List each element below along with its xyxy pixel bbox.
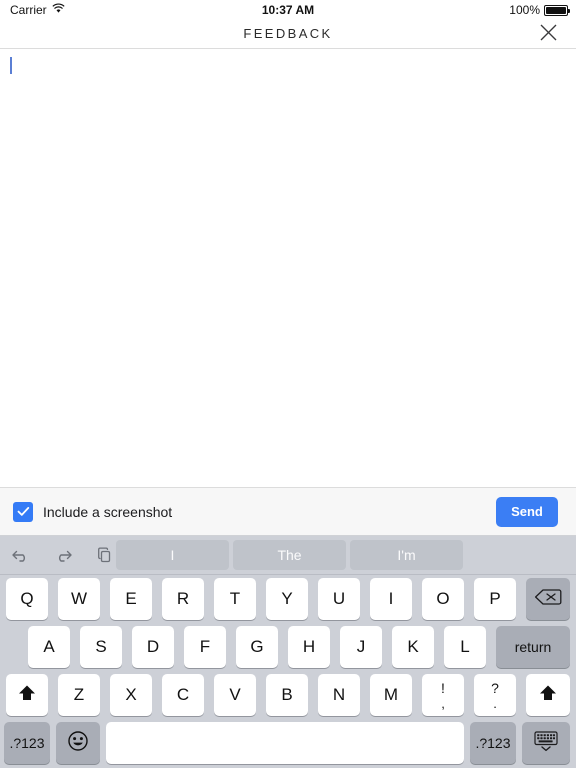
page-title: FEEDBACK	[243, 26, 333, 41]
keyboard-row-1: Q W E R T Y U I O P	[0, 575, 576, 623]
emoji-icon	[67, 730, 89, 757]
status-bar: Carrier 10:37 AM 100%	[0, 0, 576, 20]
include-screenshot-label: Include a screenshot	[43, 503, 173, 520]
key-q[interactable]: Q	[6, 578, 48, 620]
key-h[interactable]: H	[288, 626, 330, 668]
shift-key-left[interactable]	[6, 674, 48, 716]
action-bar: Include a screenshot Send	[0, 487, 576, 536]
key-x[interactable]: X	[110, 674, 152, 716]
key-t[interactable]: T	[214, 578, 256, 620]
shift-icon	[538, 683, 558, 708]
key-u[interactable]: U	[318, 578, 360, 620]
return-key[interactable]: return	[496, 626, 570, 668]
key-m[interactable]: M	[370, 674, 412, 716]
close-icon	[539, 23, 558, 47]
key-w[interactable]: W	[58, 578, 100, 620]
comma-glyph: ,	[441, 695, 445, 711]
backspace-key[interactable]	[526, 578, 570, 620]
battery-full-icon	[544, 4, 570, 16]
shift-icon	[17, 683, 37, 708]
backspace-icon	[534, 587, 562, 612]
text-caret	[10, 57, 12, 74]
key-s[interactable]: S	[80, 626, 122, 668]
key-g[interactable]: G	[236, 626, 278, 668]
question-period-key[interactable]: ? .	[474, 674, 516, 716]
dismiss-keyboard-icon	[532, 729, 560, 758]
prediction-item-2[interactable]: The	[233, 540, 346, 570]
prediction-list: I The I'm	[116, 540, 463, 570]
key-j[interactable]: J	[340, 626, 382, 668]
redo-icon[interactable]	[50, 542, 76, 568]
key-l[interactable]: L	[444, 626, 486, 668]
include-screenshot-checkbox[interactable]: Include a screenshot	[13, 501, 173, 522]
key-a[interactable]: A	[28, 626, 70, 668]
key-n[interactable]: N	[318, 674, 360, 716]
numeric-key-left[interactable]: .?123	[4, 722, 50, 764]
exclam-comma-key[interactable]: ! ,	[422, 674, 464, 716]
status-battery-group: 100%	[509, 3, 570, 17]
emoji-key[interactable]	[56, 722, 100, 764]
keyboard-row-4: .?123 .?123	[0, 719, 576, 767]
close-button[interactable]	[532, 20, 564, 49]
key-k[interactable]: K	[392, 626, 434, 668]
nav-bar: FEEDBACK	[0, 20, 576, 49]
key-y[interactable]: Y	[266, 578, 308, 620]
keyboard-toolbar	[8, 542, 118, 568]
key-i[interactable]: I	[370, 578, 412, 620]
undo-icon[interactable]	[8, 542, 34, 568]
key-c[interactable]: C	[162, 674, 204, 716]
numeric-key-right[interactable]: .?123	[470, 722, 516, 764]
key-r[interactable]: R	[162, 578, 204, 620]
space-key[interactable]	[106, 722, 464, 764]
key-z[interactable]: Z	[58, 674, 100, 716]
shift-key-right[interactable]	[526, 674, 570, 716]
feedback-screen: Carrier 10:37 AM 100% FEEDBACK Include a…	[0, 0, 576, 768]
key-d[interactable]: D	[132, 626, 174, 668]
feedback-textarea[interactable]	[0, 49, 576, 487]
key-b[interactable]: B	[266, 674, 308, 716]
key-v[interactable]: V	[214, 674, 256, 716]
key-f[interactable]: F	[184, 626, 226, 668]
period-glyph: .	[493, 695, 497, 711]
key-p[interactable]: P	[474, 578, 516, 620]
prediction-item-1[interactable]: I	[116, 540, 229, 570]
keyboard-row-2: A S D F G H J K L return	[0, 623, 576, 671]
key-e[interactable]: E	[110, 578, 152, 620]
send-button[interactable]: Send	[496, 496, 558, 527]
exclam-glyph: !	[441, 679, 445, 696]
battery-percent-label: 100%	[509, 3, 540, 17]
keyboard-row-3: Z X C V B N M ! , ? .	[0, 671, 576, 719]
prediction-item-3[interactable]: I'm	[350, 540, 463, 570]
paste-icon[interactable]	[92, 542, 118, 568]
question-glyph: ?	[491, 679, 499, 696]
status-time: 10:37 AM	[261, 3, 315, 17]
predictive-bar: I The I'm	[0, 536, 576, 575]
key-o[interactable]: O	[422, 578, 464, 620]
checkbox-checked-icon	[13, 501, 33, 522]
onscreen-keyboard: I The I'm Q W E R T Y U I O P A S D F G …	[0, 536, 576, 768]
dismiss-keyboard-key[interactable]	[522, 722, 570, 764]
